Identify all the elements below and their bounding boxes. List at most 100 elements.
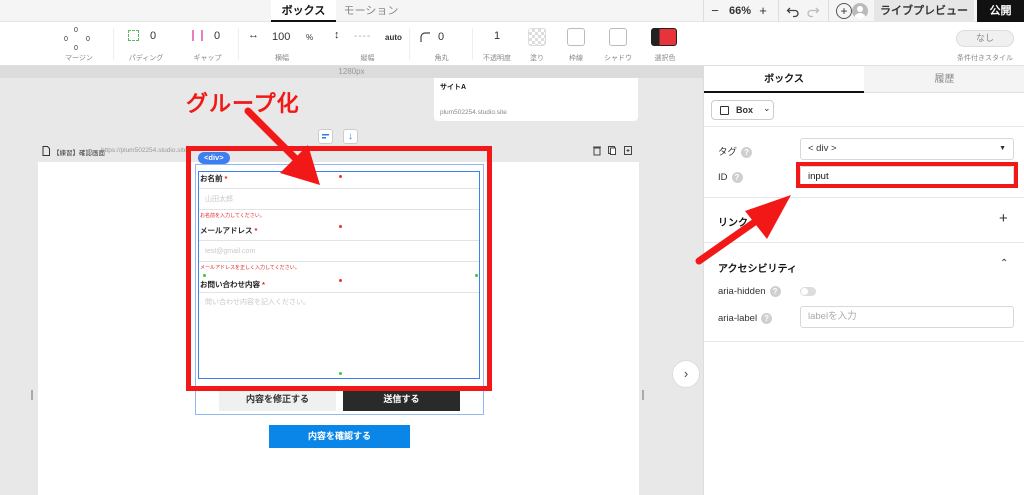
edit-content-button[interactable]: 内容を修正する — [219, 388, 336, 411]
chevron-up-icon[interactable]: ⌃ — [1000, 258, 1008, 269]
page-add-icon[interactable] — [623, 145, 633, 156]
avatar[interactable] — [852, 3, 868, 19]
width-value: 100 — [272, 31, 291, 43]
tag-select-value: < div > — [808, 143, 837, 154]
radius-value: 0 — [438, 31, 445, 43]
confirm-content-button[interactable]: 内容を確認する — [269, 425, 410, 448]
aria-hidden-label: aria-hidden? — [718, 286, 781, 297]
panel-tab-history[interactable]: 履歴 — [864, 66, 1024, 93]
border-swatch-icon — [567, 28, 585, 46]
redo-icon[interactable] — [806, 4, 820, 18]
style-toolbar: 0 0 0 0 マージン 0 パディング 0 ギャップ ↔ 100 % 横幅 ↕… — [0, 22, 1024, 66]
fill-control[interactable]: 塗り — [522, 22, 552, 66]
padding-value: 0 — [150, 30, 157, 42]
link-add-icon[interactable]: + — [999, 210, 1008, 227]
add-member-icon[interactable]: + — [836, 3, 852, 19]
margin-bottom: 0 — [74, 45, 78, 52]
width-arrows-icon: ↔ — [248, 29, 259, 41]
resize-handle-left[interactable] — [31, 390, 33, 400]
site-name: サイトA — [440, 84, 467, 91]
margin-top: 0 — [74, 27, 78, 34]
aria-hidden-text: aria-hidden — [718, 286, 766, 297]
opacity-label: 不透明度 — [483, 55, 511, 62]
page-icon — [40, 145, 54, 159]
shadow-label: シャドウ — [604, 55, 632, 62]
conditional-style-label: 条件付きスタイル — [957, 55, 1013, 62]
tag-label: タグ? — [718, 144, 753, 158]
divider — [704, 126, 1024, 127]
gap-label: ギャップ — [193, 55, 222, 62]
divider — [778, 0, 779, 22]
help-icon[interactable]: ? — [769, 286, 781, 297]
gap-control[interactable]: 0 ギャップ — [180, 22, 235, 66]
divider — [472, 28, 473, 60]
chevron-down-icon: ⌄ — [763, 103, 771, 113]
height-value: ---- — [354, 31, 372, 42]
opacity-control[interactable]: 1 不透明度 — [476, 22, 518, 66]
tab-box[interactable]: ボックス — [271, 0, 336, 22]
send-button[interactable]: 送信する — [343, 388, 460, 411]
shadow-swatch-icon — [609, 28, 627, 46]
width-control[interactable]: ↔ 100 % 横幅 — [242, 22, 322, 66]
annotation-arrow-icon — [244, 107, 320, 185]
toggle-knob — [801, 288, 808, 295]
height-arrows-icon: ↕ — [334, 29, 340, 41]
id-label: ID? — [718, 172, 743, 183]
aria-hidden-toggle[interactable] — [800, 287, 816, 296]
live-preview-button[interactable]: ライブプレビュー — [874, 0, 974, 22]
trash-icon[interactable] — [592, 145, 602, 156]
divider — [703, 0, 704, 22]
box-type-selector[interactable]: Box ⌄ — [711, 100, 774, 120]
box-icon — [720, 106, 729, 115]
divider — [704, 341, 1024, 342]
selected-color-label: 選択色 — [654, 55, 676, 62]
padding-label: パディング — [128, 55, 164, 62]
aria-label-text: aria-label — [718, 313, 758, 324]
tag-select[interactable]: < div > ▼ — [800, 138, 1014, 160]
radius-control[interactable]: 0 角丸 — [414, 22, 469, 66]
zoom-in-button[interactable]: + — [756, 0, 770, 22]
padding-control[interactable]: 0 パディング — [116, 22, 176, 66]
aria-label-input[interactable]: labelを入力 — [800, 306, 1014, 328]
gap-value: 0 — [214, 30, 221, 42]
margin-label: マージン — [65, 55, 93, 62]
site-card[interactable]: サイトA plum502254.studio.site — [434, 78, 638, 121]
zoom-out-button[interactable]: − — [708, 0, 722, 22]
corner-radius-icon — [420, 32, 430, 42]
annotation-frame-group — [186, 146, 492, 391]
opacity-value: 1 — [493, 30, 501, 42]
divider — [828, 0, 829, 22]
direction-down-icon[interactable]: ↓ — [343, 129, 358, 144]
margin-left: 0 — [64, 36, 68, 43]
panel-tab-box[interactable]: ボックス — [704, 66, 864, 93]
height-unit: auto — [385, 33, 402, 42]
help-icon[interactable]: ? — [761, 313, 773, 324]
shadow-control[interactable]: シャドウ — [598, 22, 638, 66]
expand-panel-button[interactable]: › — [672, 360, 700, 388]
gap-icon — [192, 30, 203, 41]
publish-button[interactable]: 公開 — [977, 0, 1024, 22]
tab-motion[interactable]: モーション — [336, 0, 406, 22]
divider — [238, 28, 239, 60]
zoom-level[interactable]: 66% — [726, 0, 754, 22]
help-icon[interactable]: ? — [731, 172, 743, 183]
fill-label: 塗り — [530, 55, 544, 62]
padding-icon — [128, 30, 139, 41]
aria-label-label: aria-label? — [718, 313, 773, 324]
resize-handle-right[interactable] — [642, 390, 644, 400]
width-unit: % — [306, 33, 314, 42]
border-control[interactable]: 枠線 — [558, 22, 594, 66]
help-icon[interactable]: ? — [741, 147, 753, 158]
divider — [409, 28, 410, 60]
page-url: https://plum502254.studio.site — [101, 147, 188, 154]
duplicate-icon[interactable] — [607, 145, 617, 156]
height-control[interactable]: ↕ ---- auto 縦幅 — [330, 22, 405, 66]
selected-color-control[interactable]: 選択色 — [642, 22, 688, 66]
margin-control[interactable]: 0 0 0 0 マージン — [48, 22, 110, 66]
undo-icon[interactable] — [786, 4, 800, 18]
properties-panel: ボックス 履歴 Box ⌄ タグ? < div > ▼ ID? input リン… — [703, 66, 1024, 495]
conditional-style-control[interactable]: なし 条件付きスタイル — [950, 22, 1020, 66]
conditional-style-pill[interactable]: なし — [956, 30, 1014, 47]
fill-swatch-icon — [528, 28, 546, 46]
page-title: 【練習】確認画面 — [53, 150, 105, 157]
